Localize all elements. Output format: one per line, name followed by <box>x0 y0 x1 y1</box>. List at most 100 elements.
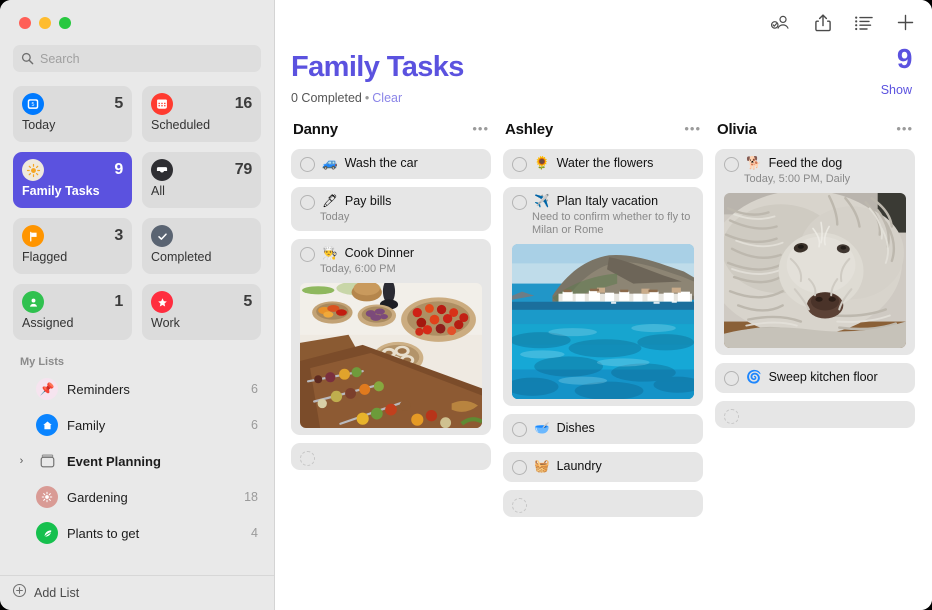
sun-icon <box>22 159 44 181</box>
food-table-photo[interactable] <box>300 283 482 428</box>
smart-list-assigned[interactable]: 1 Assigned <box>13 284 132 340</box>
clear-button[interactable]: Clear <box>372 91 402 105</box>
column-header: Olivia ••• <box>715 119 915 139</box>
new-task-row[interactable] <box>291 443 491 470</box>
column-header: Danny ••• <box>291 119 491 139</box>
task-row[interactable]: 🚙 Wash the car <box>291 149 491 179</box>
task-complete-toggle[interactable] <box>512 498 527 513</box>
search-icon <box>21 52 34 65</box>
smart-list-flagged[interactable]: 3 Flagged <box>13 218 132 274</box>
task-row[interactable]: 🖊 Pay bills Today <box>291 187 491 231</box>
smart-list-completed[interactable]: Completed <box>142 218 261 274</box>
minimize-button[interactable] <box>39 17 51 29</box>
task-row[interactable]: 🥣 Dishes <box>503 414 703 444</box>
column-more-button[interactable]: ••• <box>684 126 701 132</box>
inbox-tray-icon <box>151 159 173 181</box>
view-options-icon[interactable] <box>854 15 874 31</box>
task-complete-toggle[interactable] <box>512 460 527 475</box>
add-reminder-icon[interactable] <box>896 13 915 32</box>
sidebar-item-plants-to-get[interactable]: Plants to get 4 <box>0 515 274 551</box>
smart-list-label: Work <box>151 316 252 330</box>
smart-list-count: 5 <box>114 95 123 113</box>
task-complete-toggle[interactable] <box>512 422 527 437</box>
add-list-button[interactable]: Add List <box>0 575 274 610</box>
show-completed-button[interactable]: Show <box>881 83 912 97</box>
fluffy-dog-photo[interactable] <box>724 193 906 348</box>
search-field[interactable] <box>13 45 261 72</box>
task-row[interactable]: 🌀 Sweep kitchen floor <box>715 363 915 393</box>
smart-list-label: All <box>151 184 252 198</box>
task-title: Pay bills <box>345 194 392 209</box>
separator-dot: • <box>365 91 369 105</box>
task-title: Dishes <box>557 421 595 436</box>
task-row[interactable]: 🧺 Laundry <box>503 452 703 482</box>
smart-list-work[interactable]: 5 Work <box>142 284 261 340</box>
task-complete-toggle[interactable] <box>300 195 315 210</box>
share-icon[interactable] <box>814 13 832 33</box>
smart-list-scheduled[interactable]: 16 Scheduled <box>142 86 261 142</box>
new-task-row[interactable] <box>503 490 703 517</box>
list-label: Family <box>67 418 242 433</box>
smart-list-today[interactable]: 5 5 Today <box>13 86 132 142</box>
column-danny: Danny ••• 🚙 Wash the car 🖊 Pay bills <box>291 119 491 478</box>
list-label: Reminders <box>67 382 242 397</box>
sidebar-item-event-planning[interactable]: › Event Planning <box>0 443 274 479</box>
task-title: Sweep kitchen floor <box>769 370 878 385</box>
scheduled-calendar-icon <box>151 93 173 115</box>
task-complete-toggle[interactable] <box>512 157 527 172</box>
folder-group-icon <box>36 450 58 472</box>
new-task-row[interactable] <box>715 401 915 428</box>
list-count: 18 <box>244 490 258 504</box>
close-button[interactable] <box>19 17 31 29</box>
task-complete-toggle[interactable] <box>724 409 739 424</box>
main-content: Family Tasks 0 Completed•Clear 9 Show Da… <box>275 0 932 610</box>
smart-list-label: Today <box>22 118 123 132</box>
share-with-people-icon[interactable] <box>770 13 792 32</box>
list-count: 6 <box>251 382 258 396</box>
svg-text:5: 5 <box>32 102 35 108</box>
task-title: Cook Dinner <box>345 246 414 261</box>
task-emoji: 🧺 <box>534 459 550 474</box>
smart-list-family-tasks[interactable]: 9 Family Tasks <box>13 152 132 208</box>
checkmark-icon <box>151 225 173 247</box>
task-complete-toggle[interactable] <box>300 157 315 172</box>
task-complete-toggle[interactable] <box>724 371 739 386</box>
column-olivia: Olivia ••• 🐕 Feed the dog Today, 5:00 PM… <box>715 119 915 436</box>
column-ashley: Ashley ••• 🌻 Water the flowers ✈️ Plan I… <box>503 119 703 525</box>
smart-list-count: 5 <box>243 293 252 311</box>
task-subtitle: Today, 6:00 PM <box>320 263 482 276</box>
task-row[interactable]: 👨‍🍳 Cook Dinner Today, 6:00 PM <box>291 239 491 435</box>
pushpin-icon: 📌 <box>36 378 58 400</box>
coastal-sea-photo[interactable] <box>512 244 694 399</box>
task-emoji: 🥣 <box>534 421 550 436</box>
task-complete-toggle[interactable] <box>300 247 315 262</box>
chevron-right-icon[interactable]: › <box>16 456 27 467</box>
sidebar-item-gardening[interactable]: Gardening 18 <box>0 479 274 515</box>
smart-list-label: Flagged <box>22 250 123 264</box>
today-calendar-icon: 5 <box>22 93 44 115</box>
task-row[interactable]: 🌻 Water the flowers <box>503 149 703 179</box>
task-complete-toggle[interactable] <box>512 195 527 210</box>
completed-count-label: 0 Completed <box>291 91 362 105</box>
zoom-button[interactable] <box>59 17 71 29</box>
leaf-icon <box>36 522 58 544</box>
sidebar-item-reminders[interactable]: 📌 Reminders 6 <box>0 371 274 407</box>
task-emoji: 🖊 <box>322 194 338 209</box>
task-row[interactable]: ✈️ Plan Italy vacation Need to confirm w… <box>503 187 703 406</box>
search-input[interactable] <box>40 52 253 66</box>
column-more-button[interactable]: ••• <box>472 126 489 132</box>
task-complete-toggle[interactable] <box>300 451 315 466</box>
task-emoji: 👨‍🍳 <box>322 246 338 261</box>
list-count: 4 <box>251 526 258 540</box>
smart-list-count: 1 <box>114 293 123 311</box>
task-row[interactable]: 🐕 Feed the dog Today, 5:00 PM, Daily <box>715 149 915 355</box>
task-title: Wash the car <box>345 156 418 171</box>
sidebar-item-family[interactable]: Family 6 <box>0 407 274 443</box>
search-container <box>0 45 274 72</box>
column-more-button[interactable]: ••• <box>896 126 913 132</box>
reminder-total-count: 9 <box>897 45 912 73</box>
task-complete-toggle[interactable] <box>724 157 739 172</box>
smart-list-count: 9 <box>114 161 123 179</box>
smart-list-all[interactable]: 79 All <box>142 152 261 208</box>
smart-list-label: Completed <box>151 250 252 264</box>
